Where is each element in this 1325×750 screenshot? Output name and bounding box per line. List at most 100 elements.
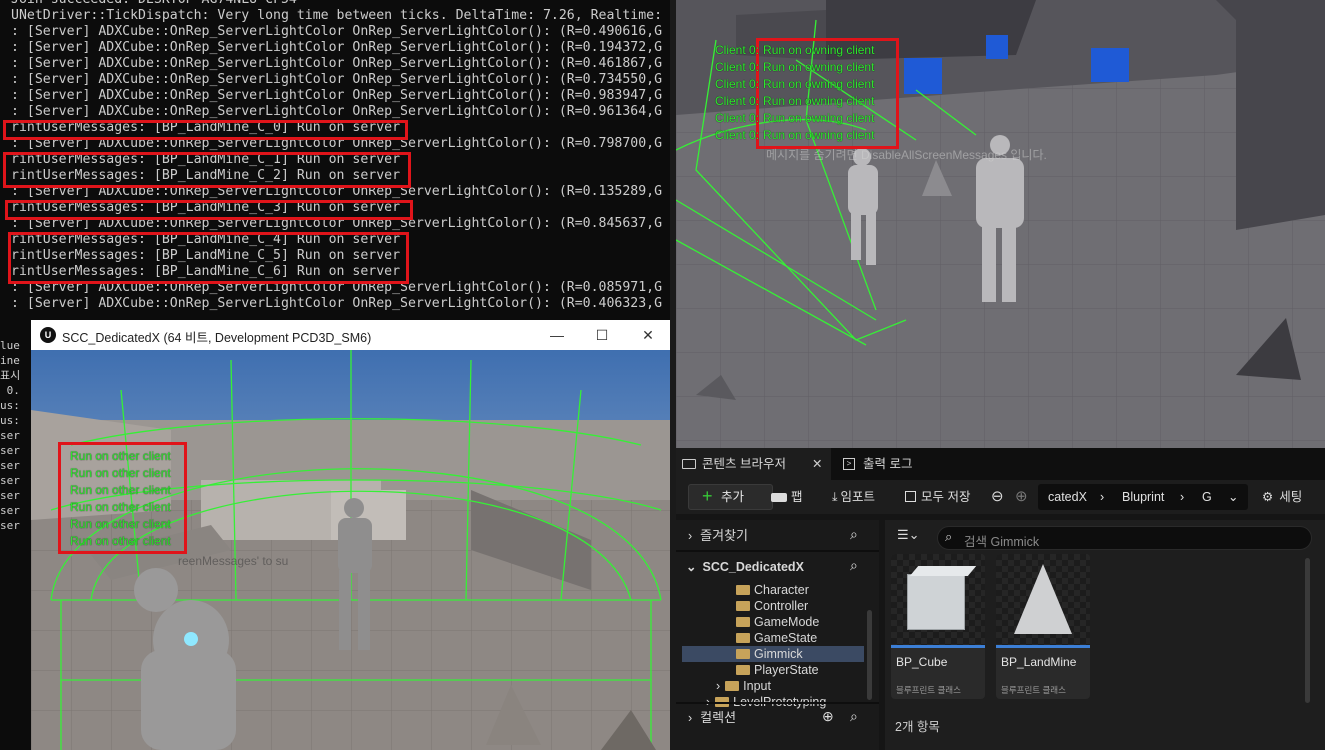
add-collection-icon[interactable]: ⊕	[822, 708, 834, 725]
debug-message: Run on other client	[70, 500, 171, 514]
tab-output-log-label: 출력 로그	[863, 457, 913, 471]
asset-type: 블루프린트 클래스	[896, 685, 961, 695]
item-count: 2개 항목	[895, 720, 940, 734]
asset-view: ☰⌄ ⌕ 검색 Gimmick BP_Cube 블루프린트 클래스 BP_Lan…	[885, 520, 1325, 750]
import-button-label: 임포트	[840, 490, 876, 504]
chevron-down-icon[interactable]: ⌄	[1228, 484, 1238, 510]
folder-item-input[interactable]: › Input	[716, 678, 771, 694]
asset-name: BP_LandMine	[1001, 655, 1077, 669]
client-title-bar[interactable]: U SCC_DedicatedX (64 비트, Development PCD…	[31, 320, 670, 351]
search-icon[interactable]: ⌕	[850, 708, 858, 725]
panel-tabs: 콘텐츠 브라우저 ✕ > 출력 로그	[676, 448, 1325, 480]
collections-label: 컬렉션	[700, 710, 737, 725]
highlight-box	[8, 232, 409, 284]
tab-output-log[interactable]: > 출력 로그	[842, 448, 952, 480]
breadcrumb[interactable]: catedX › Bluprint › G ⌄	[1038, 484, 1248, 510]
highlight-box	[3, 152, 411, 188]
add-button-label: 추가	[721, 490, 745, 504]
filter-icon[interactable]: ☰⌄	[897, 527, 920, 543]
fab-icon	[771, 493, 787, 503]
minimize-button[interactable]: —	[542, 324, 572, 346]
editor-viewport[interactable]: Client 0: Run on owning client Client 0: Ru…	[676, 0, 1325, 448]
console-line: Join succeeded: DESKTOP-AG74NLU-CF54	[0, 0, 670, 8]
chevron-right-icon: ›	[688, 529, 693, 543]
add-button[interactable]: + 추가	[688, 484, 773, 510]
console-fragment: ser	[0, 519, 20, 532]
forward-button[interactable]: ⊕	[1015, 484, 1028, 510]
folder-item-character[interactable]: Character	[736, 582, 809, 598]
folder-icon	[736, 585, 750, 595]
folder-icon	[736, 617, 750, 627]
chevron-right-icon[interactable]: ›	[716, 679, 720, 693]
client-viewport[interactable]: Run on other client Run on other client Ru…	[31, 350, 670, 750]
search-icon[interactable]: ⌕	[850, 526, 858, 543]
asset-tile-bp-cube[interactable]: BP_Cube 블루프린트 클래스	[891, 554, 985, 699]
import-button[interactable]: ⤓ 임포트	[832, 484, 875, 510]
folder-label: PlayerState	[754, 663, 819, 677]
scrollbar[interactable]	[867, 610, 872, 700]
tab-content-browser[interactable]: 콘텐츠 브라우저 ✕	[676, 448, 831, 480]
folder-item-gamestate[interactable]: GameState	[736, 630, 817, 646]
asset-type-bar	[891, 645, 985, 648]
console-fragment: ser	[0, 429, 20, 442]
debug-message: Client 0: Run on owning client	[715, 77, 874, 91]
debug-message: Client 0: Run on owning client	[715, 60, 874, 74]
close-button[interactable]: ✕	[633, 324, 663, 346]
debug-message: Client 0: Run on owning client	[715, 111, 874, 125]
scrollbar[interactable]	[1305, 558, 1310, 703]
save-all-button[interactable]: 모두 저장	[905, 484, 970, 510]
folder-item-gimmick[interactable]: Gimmick	[682, 646, 864, 662]
project-label: SCC_DedicatedX	[702, 560, 804, 574]
console-fragment: us:	[0, 414, 20, 427]
client-game-window[interactable]: U SCC_DedicatedX (64 비트, Development PCD…	[31, 320, 670, 750]
folder-icon	[736, 649, 750, 659]
project-header[interactable]: ⌄ SCC_DedicatedX	[686, 559, 804, 575]
folder-item-playerstate[interactable]: PlayerState	[736, 662, 819, 678]
breadcrumb-item[interactable]: Bluprint	[1122, 484, 1164, 510]
search-icon: ⌕	[945, 529, 953, 544]
fab-button[interactable]: 팹	[771, 484, 803, 510]
content-toolbar: + 추가 팹 ⤓ 임포트 모두 저장 ⊖ ⊕ catedX › Bluprint …	[676, 480, 1325, 514]
console-line: : [Server] ADXCube::OnRep_ServerLightCol…	[11, 72, 663, 87]
folder-icon	[682, 459, 696, 469]
favorites-header[interactable]: › 즐겨찾기	[688, 528, 748, 544]
maximize-button[interactable]: ☐	[587, 324, 617, 346]
folder-item-gamemode[interactable]: GameMode	[736, 614, 819, 630]
chevron-right-icon: ›	[1100, 490, 1105, 504]
divider	[676, 702, 879, 704]
cube-icon	[907, 574, 965, 630]
folder-icon	[736, 665, 750, 675]
ghost-hint-text: 메시지를 숨기려면 DisableAllScreenMessages 입니다.	[766, 148, 1047, 162]
content-browser: 콘텐츠 브라우저 ✕ > 출력 로그 + 추가 팹 ⤓ 임포트 모두 저장 ⊖ ⊕…	[676, 448, 1325, 750]
settings-button[interactable]: ⚙ 세팅	[1262, 484, 1302, 510]
chevron-right-icon: ›	[1180, 490, 1185, 504]
debug-message-text: Run on owning client	[763, 128, 875, 142]
debug-message: Client 0: Run on owning client	[715, 128, 874, 142]
plus-icon: +	[702, 486, 713, 506]
save-icon	[905, 491, 916, 502]
folder-label: Gimmick	[754, 647, 803, 661]
folder-label: Controller	[754, 599, 809, 613]
ghost-hint-text: reenMessages' to su	[178, 554, 289, 568]
back-button[interactable]: ⊖	[991, 484, 1004, 510]
cone-thumbnail	[996, 554, 1090, 645]
console-fragment: ser	[0, 504, 20, 517]
console-fragment: 표시	[0, 369, 21, 382]
asset-tile-bp-landmine[interactable]: BP_LandMine 블루프린트 클래스	[996, 554, 1090, 699]
close-tab-icon[interactable]: ✕	[812, 448, 822, 480]
breadcrumb-item[interactable]: catedX	[1048, 484, 1087, 510]
search-input[interactable]: ⌕ 검색 Gimmick	[937, 526, 1312, 550]
asset-name: BP_Cube	[896, 655, 948, 669]
gear-icon: ⚙	[1262, 490, 1274, 504]
client-window-title: SCC_DedicatedX (64 비트, Development PCD3D…	[62, 331, 372, 345]
folder-icon	[736, 633, 750, 643]
console-line: UNetDriver::TickDispatch: Very long time…	[11, 8, 663, 23]
console-fragment: 0.	[0, 384, 20, 397]
breadcrumb-item[interactable]: G	[1202, 484, 1212, 510]
cube-icon	[909, 566, 977, 576]
collections-header[interactable]: › 컬렉션	[688, 710, 736, 726]
chevron-down-icon: ⌄	[686, 560, 697, 574]
folder-item-controller[interactable]: Controller	[736, 598, 808, 614]
search-icon[interactable]: ⌕	[850, 557, 858, 574]
divider	[676, 550, 879, 552]
